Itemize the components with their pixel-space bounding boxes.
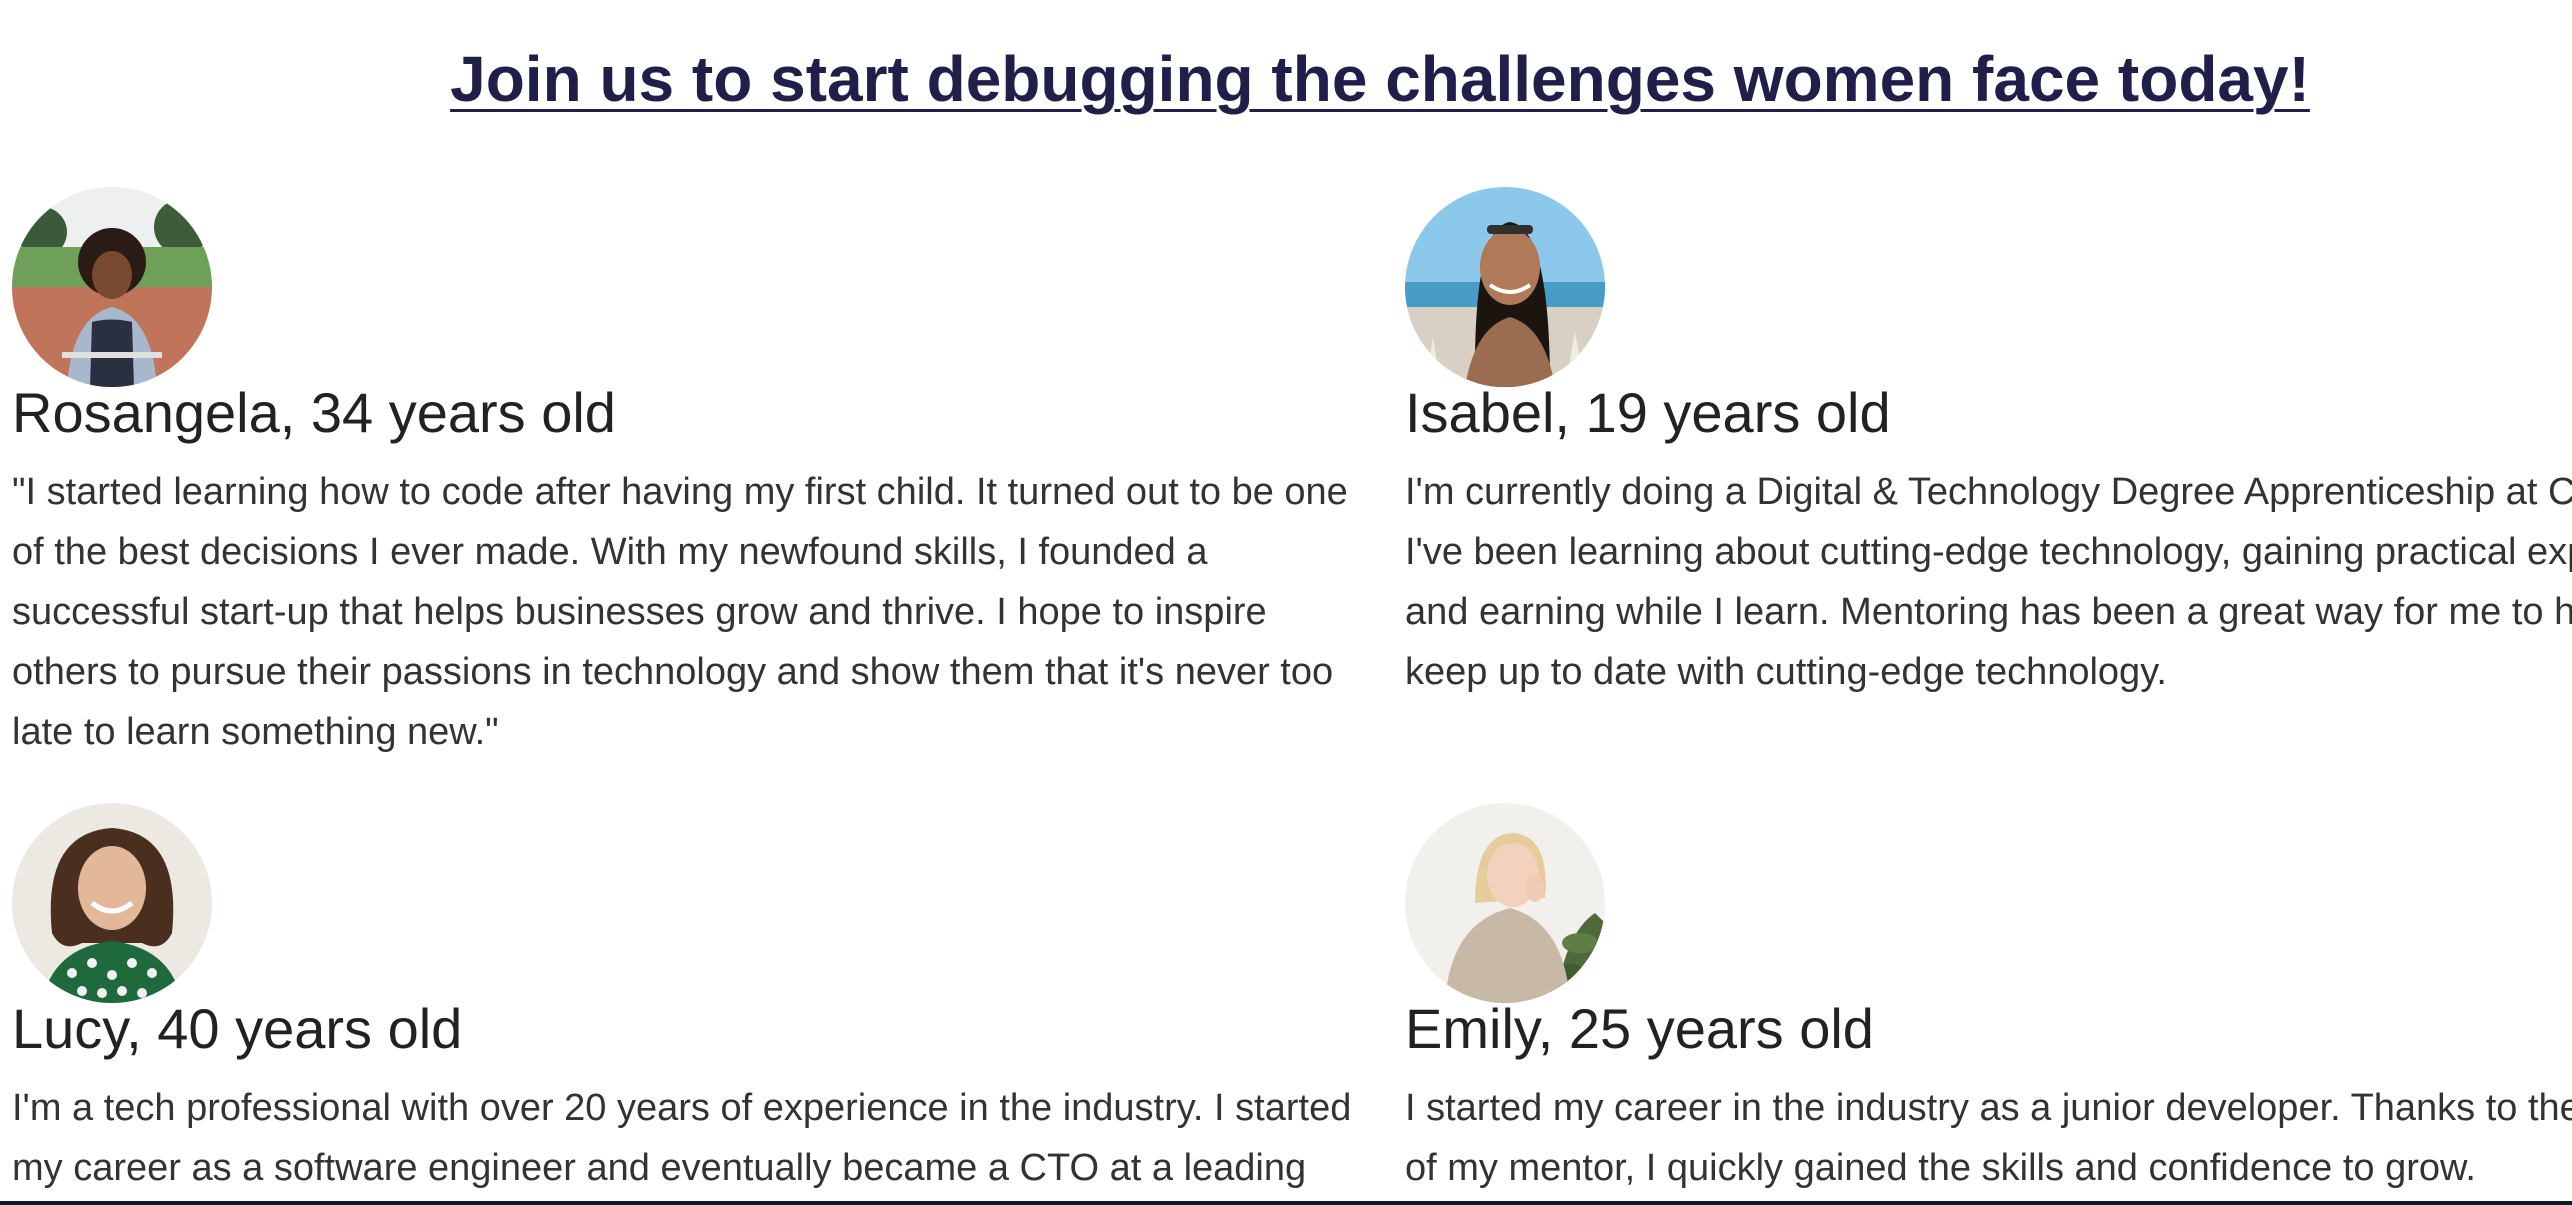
avatar [1405,803,1605,1003]
story-quote: I'm currently doing a Digital & Technolo… [1405,471,2572,693]
bottom-edge-bar [0,1201,2572,1205]
avatar-photo [1405,187,1605,387]
avatar [12,187,212,387]
avatar-photo [12,803,212,1003]
story-name: Rosangela, 34 years old [12,381,616,444]
stories-grid: Rosangela, 34 years old "I started learn… [0,0,2572,1205]
story-quote: I'm a tech professional with over 20 yea… [12,1087,1352,1189]
avatar [12,803,212,1003]
story-name: Isabel, 19 years old [1405,381,1891,444]
story-quote: I started my career in the industry as a… [1405,1087,2572,1189]
story-name: Emily, 25 years old [1405,997,1874,1060]
avatar [1405,187,1605,387]
story-name: Lucy, 40 years old [12,997,463,1060]
avatar-photo [1405,803,1605,1003]
avatar-photo [12,187,212,387]
story-quote: "I started learning how to code after ha… [12,471,1348,753]
